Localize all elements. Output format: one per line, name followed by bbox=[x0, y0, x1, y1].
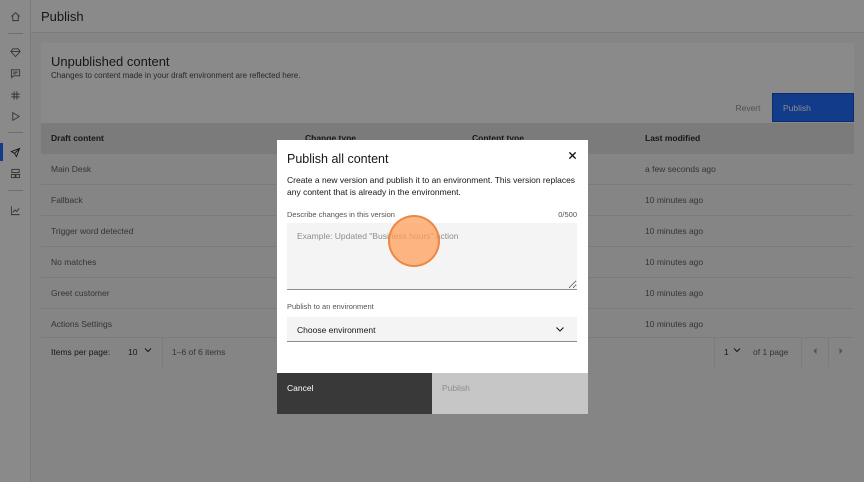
environment-label: Publish to an environment bbox=[287, 302, 374, 311]
cancel-button[interactable]: Cancel bbox=[277, 373, 432, 414]
changes-label: Describe changes in this version bbox=[287, 210, 395, 219]
environment-select[interactable]: Choose environment bbox=[287, 317, 577, 342]
modal-title: Publish all content bbox=[287, 152, 389, 166]
click-indicator bbox=[388, 215, 440, 267]
chevron-down-icon bbox=[556, 327, 564, 332]
close-icon[interactable] bbox=[565, 148, 579, 162]
modal-publish-button[interactable]: Publish bbox=[432, 373, 588, 414]
publish-modal: Publish all content Create a new version… bbox=[277, 140, 588, 414]
character-counter: 0/500 bbox=[558, 210, 577, 219]
environment-select-value: Choose environment bbox=[297, 325, 376, 335]
modal-description: Create a new version and publish it to a… bbox=[287, 175, 576, 197]
